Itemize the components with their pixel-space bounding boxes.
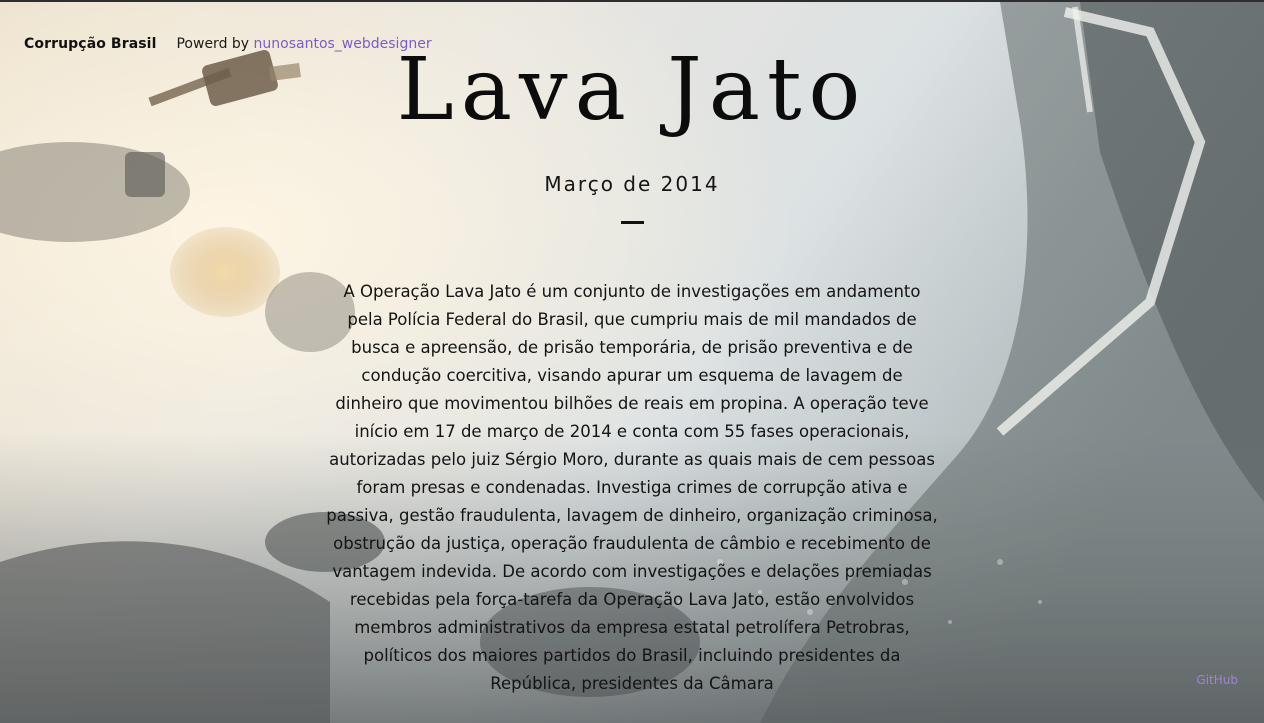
powered-by: Powerd by nunosantos_webdesigner <box>176 36 431 52</box>
brand-link[interactable]: Corrupção Brasil <box>24 36 156 52</box>
article-paragraph: A Operação Lava Jato é um conjunto de in… <box>326 282 938 693</box>
page-title: Lava Jato <box>396 40 868 140</box>
window-top-border <box>0 0 1264 2</box>
corner-github-link[interactable]: GitHub <box>1196 673 1238 687</box>
title-divider <box>621 221 644 224</box>
author-link[interactable]: nunosantos_webdesigner <box>254 36 432 52</box>
powered-by-label: Powerd by <box>176 36 250 52</box>
page-subtitle-date: Março de 2014 <box>544 172 720 196</box>
top-nav: Corrupção Brasil Powerd by nunosantos_we… <box>24 36 432 52</box>
